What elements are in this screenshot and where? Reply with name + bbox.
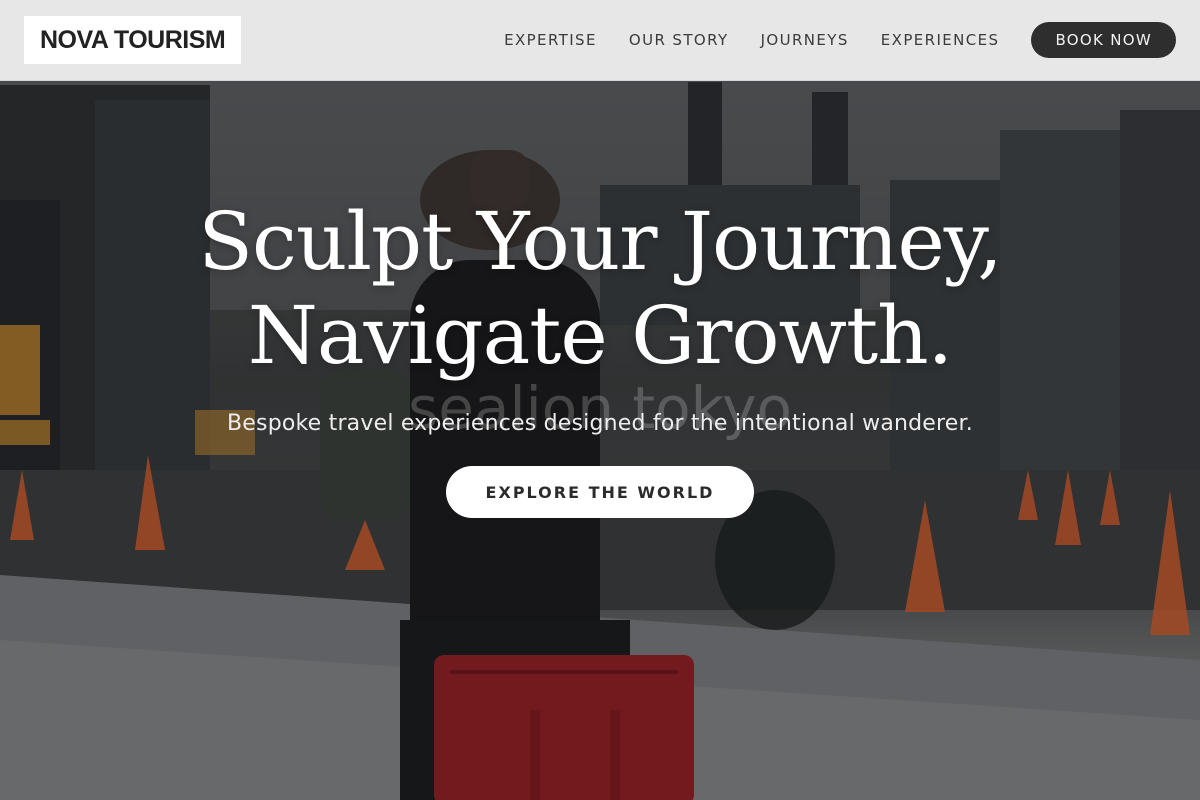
hero-headline: Sculpt Your Journey, Navigate Growth. — [198, 195, 1003, 382]
nav-link-experiences[interactable]: EXPERIENCES — [881, 31, 1000, 49]
brand-logo[interactable]: NOVA TOURISM — [24, 16, 242, 64]
nav-link-expertise[interactable]: EXPERTISE — [504, 31, 597, 49]
hero-content: Sculpt Your Journey, Navigate Growth. Be… — [0, 195, 1200, 518]
hero-section: sealion tokyo NOVA TOURISM EXPERTISE OUR… — [0, 0, 1200, 800]
hero-subtitle: Bespoke travel experiences designed for … — [227, 411, 973, 436]
explore-the-world-button[interactable]: EXPLORE THE WORLD — [445, 466, 755, 518]
main-nav: EXPERTISE OUR STORY JOURNEYS EXPERIENCES… — [472, 22, 1176, 58]
book-now-button[interactable]: BOOK NOW — [1031, 22, 1176, 58]
top-navbar: NOVA TOURISM EXPERTISE OUR STORY JOURNEY… — [0, 0, 1200, 81]
nav-link-our-story[interactable]: OUR STORY — [629, 31, 729, 49]
nav-link-journeys[interactable]: JOURNEYS — [761, 31, 849, 49]
